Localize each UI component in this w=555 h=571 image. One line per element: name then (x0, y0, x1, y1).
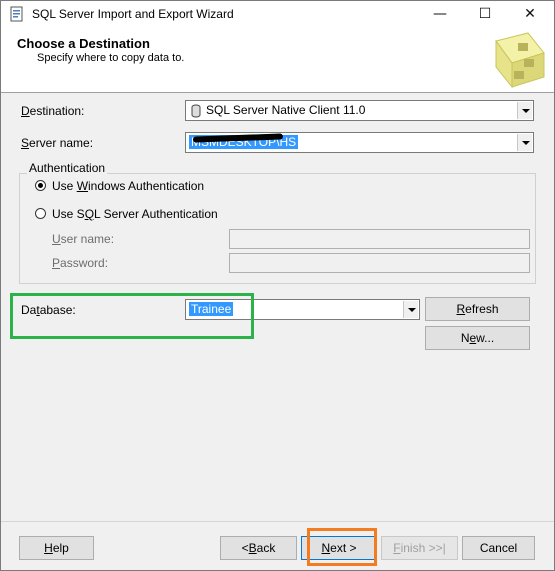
cancel-button[interactable]: Cancel (462, 536, 535, 560)
windows-auth-label[interactable]: Use Windows Authentication (52, 179, 204, 193)
maximize-button[interactable]: ☐ (462, 1, 508, 27)
chevron-down-icon[interactable] (403, 301, 418, 318)
windows-auth-radio[interactable] (35, 180, 46, 191)
password-field[interactable] (229, 253, 530, 273)
database-icon (191, 104, 201, 118)
refresh-button[interactable]: Refresh (425, 297, 530, 321)
wizard-window: SQL Server Import and Export Wizard — ☐ … (0, 0, 555, 571)
database-highlight-box (10, 293, 254, 339)
wizard-header: Choose a Destination Specify where to co… (1, 27, 554, 93)
destination-combobox[interactable]: SQL Server Native Client 11.0 (185, 100, 534, 121)
destination-label: Destination: (21, 104, 85, 118)
user-name-field[interactable] (229, 229, 530, 249)
title-bar: SQL Server Import and Export Wizard — ☐ … (1, 1, 554, 27)
chevron-down-icon[interactable] (517, 102, 532, 119)
sql-auth-label[interactable]: Use SQL Server Authentication (52, 207, 218, 221)
page-title: Choose a Destination (17, 36, 150, 51)
new-button[interactable]: Ne w... (425, 326, 530, 350)
back-button[interactable]: < Back (220, 536, 297, 560)
finish-button[interactable]: Finish >>| (381, 536, 458, 560)
header-wizard-graphic (495, 32, 545, 89)
next-highlight-box (307, 528, 377, 566)
minimize-button[interactable]: — (417, 1, 463, 27)
footer-divider (1, 521, 554, 522)
window-title: SQL Server Import and Export Wizard (32, 7, 234, 21)
authentication-group-title: Authentication (27, 161, 108, 175)
wizard-app-icon (10, 6, 23, 22)
chevron-down-icon[interactable] (517, 134, 532, 151)
server-name-label: Server name: (21, 136, 94, 150)
close-button[interactable]: ✕ (507, 1, 553, 27)
page-subtitle: Specify where to copy data to. (37, 52, 185, 64)
password-label: Password: (52, 256, 109, 270)
sql-auth-radio[interactable] (35, 208, 46, 219)
user-name-label: User name: (52, 232, 115, 246)
destination-value: SQL Server Native Client 11.0 (206, 103, 366, 117)
help-button[interactable]: Help (19, 536, 94, 560)
